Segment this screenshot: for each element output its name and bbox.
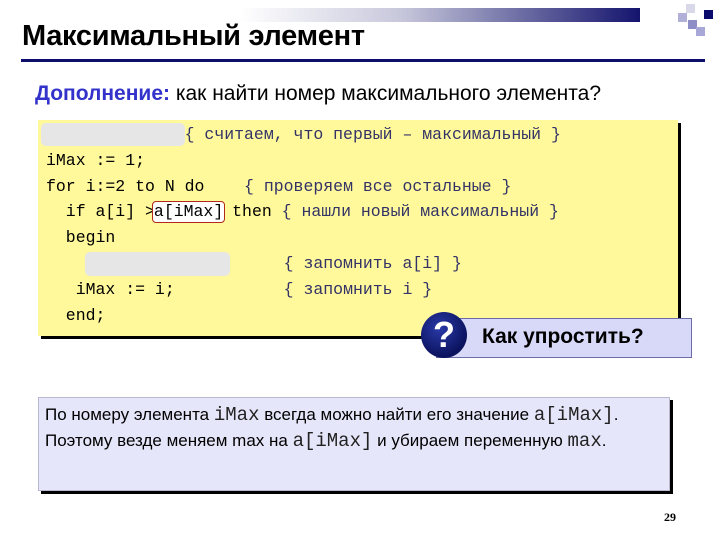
- code-text: if a[i] >: [46, 202, 155, 222]
- answer-text-run: всегда можно найти его значение: [259, 405, 534, 424]
- slide-subtitle: Дополнение: как найти номер максимальног…: [35, 82, 601, 106]
- code-text: for i:=2 to N do: [46, 176, 205, 196]
- code-line: { запомнить a[i] }: [46, 251, 561, 277]
- inline-code: a[iMax]: [533, 404, 614, 426]
- title-divider: [21, 59, 705, 62]
- page-number: 29: [664, 510, 676, 524]
- code-comment: { проверяем все остальные }: [244, 176, 512, 196]
- code-line: for i:=2 to N do { проверяем все остальн…: [46, 174, 561, 200]
- code-line: if a[i] >a[iMax] then { нашли новый макс…: [46, 199, 561, 225]
- code-text: iMax := i;: [46, 279, 175, 299]
- answer-text: По номеру элемента iMax всегда можно най…: [45, 402, 675, 454]
- answer-text-run: По номеру элемента: [45, 405, 214, 424]
- code-comment: { нашли новый максимальный }: [281, 202, 559, 222]
- answer-text-run: .: [601, 431, 607, 450]
- slide-title: Максимальный элемент: [22, 20, 365, 52]
- question-callout-text: Как упростить?: [482, 325, 644, 348]
- inline-code: a[iMax]: [292, 430, 373, 452]
- subtitle-lead: Дополнение:: [35, 82, 171, 105]
- code-line: begin: [46, 225, 561, 251]
- code-text: end;: [46, 305, 106, 325]
- code-comment: { считаем, что первый – максимальный }: [184, 125, 561, 144]
- question-icon: ?: [421, 312, 467, 358]
- code-line: { считаем, что первый – максимальный }: [46, 122, 561, 148]
- subtitle-text: как найти номер максимального элемента?: [170, 82, 602, 105]
- code-text: iMax := 1;: [46, 150, 146, 170]
- code-listing: { считаем, что первый – максимальный } iM…: [46, 122, 561, 328]
- code-comment: { запомнить a[i] }: [283, 253, 462, 273]
- code-comment: { запомнить i }: [283, 279, 433, 299]
- code-text: begin: [46, 228, 116, 248]
- highlighted-expression: a[iMax]: [151, 201, 226, 224]
- corner-decoration: [668, 4, 716, 36]
- code-line: iMax := i; { запомнить i }: [46, 277, 561, 303]
- inline-code: max: [567, 430, 602, 452]
- code-line: iMax := 1;: [46, 148, 561, 174]
- code-text: then: [222, 202, 272, 222]
- answer-text-run: и убираем переменную: [372, 431, 568, 450]
- inline-code: iMax: [213, 404, 260, 426]
